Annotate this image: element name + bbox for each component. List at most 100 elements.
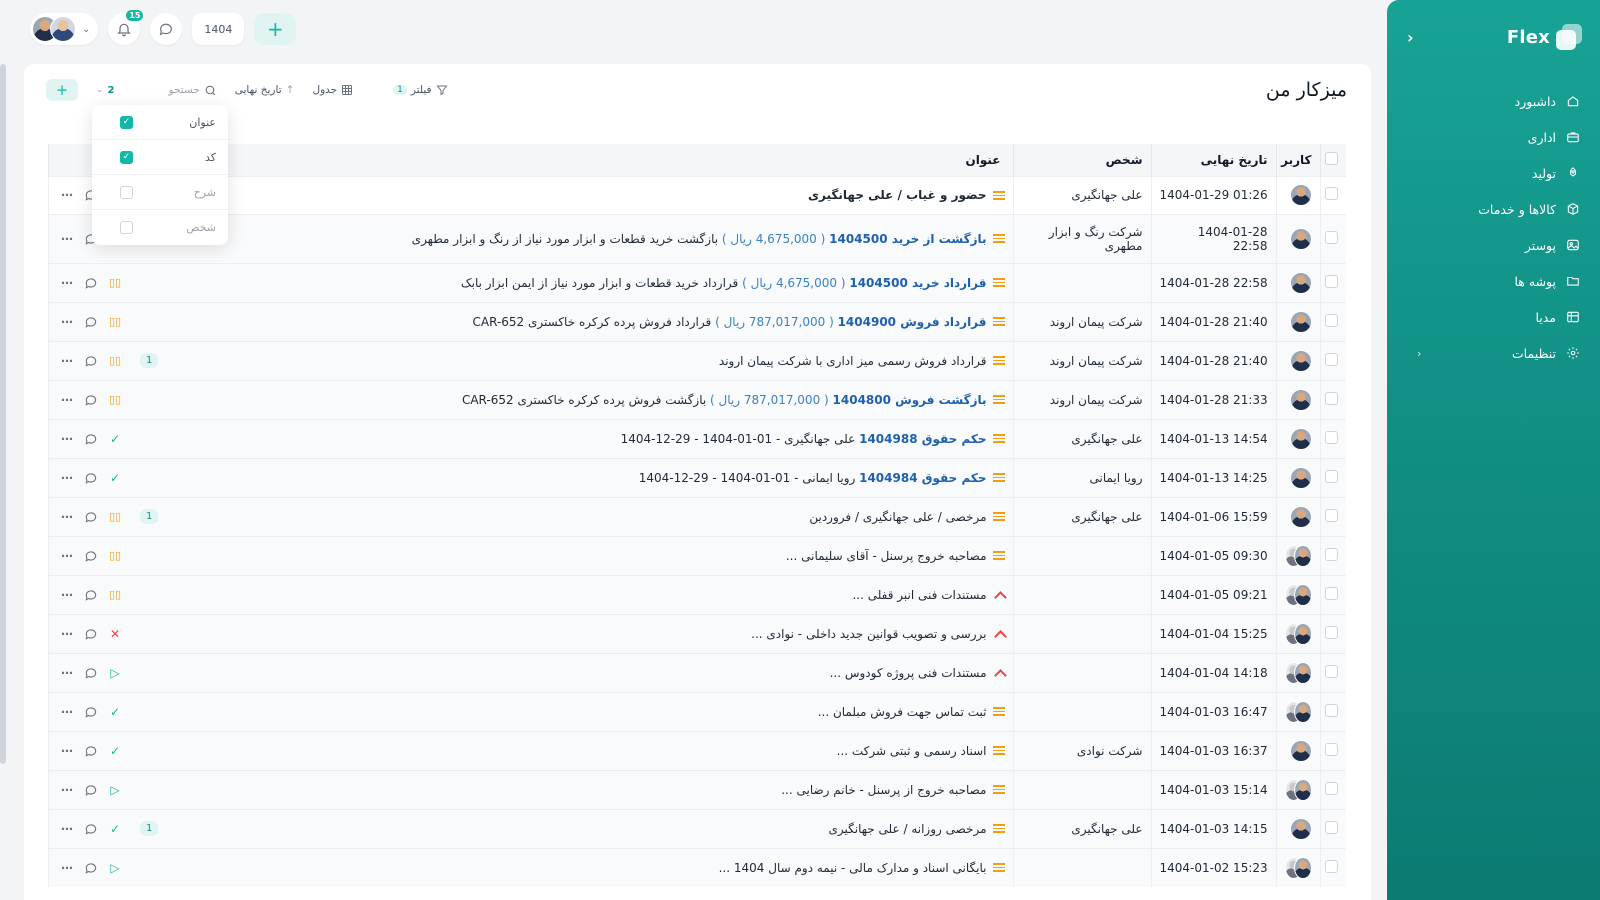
document-link[interactable]: حکم حقوق 1404984 xyxy=(859,471,986,485)
more-options-icon[interactable]: ⋯ xyxy=(61,471,74,485)
close-icon[interactable]: ✕ xyxy=(108,627,122,641)
chat-icon[interactable] xyxy=(84,783,98,797)
col-person[interactable]: شخص xyxy=(1012,144,1151,176)
chat-icon[interactable] xyxy=(84,315,98,329)
row-checkbox[interactable] xyxy=(1325,391,1338,405)
play-icon[interactable]: ▷ xyxy=(108,861,122,875)
task-title[interactable]: قرارداد فروش 1404900 ( 787,017,000 ریال … xyxy=(473,315,987,329)
more-options-icon[interactable]: ⋯ xyxy=(61,744,74,758)
row-checkbox[interactable] xyxy=(1325,742,1338,756)
chat-icon[interactable] xyxy=(84,705,98,719)
document-link[interactable]: بازگشت از خرید 1404500 xyxy=(829,232,986,246)
pause-icon[interactable]: ▯▯ xyxy=(108,276,122,289)
play-icon[interactable]: ▷ xyxy=(108,666,122,680)
filter-button[interactable]: فیلتر 1 xyxy=(393,84,448,96)
column-option-checkbox[interactable]: ✓ xyxy=(120,115,133,129)
column-option-checkbox[interactable] xyxy=(120,221,133,234)
chat-icon[interactable] xyxy=(84,588,98,602)
more-options-icon[interactable]: ⋯ xyxy=(61,393,74,407)
row-checkbox[interactable] xyxy=(1325,508,1338,522)
row-checkbox[interactable] xyxy=(1325,859,1338,873)
table-row[interactable]: 1404-01-13 14:54 علی جهانگیری ⋯ ✓ حکم حقوق 1… xyxy=(48,418,1346,458)
chat-icon[interactable] xyxy=(84,744,98,758)
row-checkbox[interactable] xyxy=(1325,820,1338,834)
more-options-icon[interactable]: ⋯ xyxy=(61,666,74,680)
chat-icon[interactable] xyxy=(84,822,98,836)
year-selector[interactable]: 1404 xyxy=(192,13,245,45)
sort-button[interactable]: ↑ تاریخ نهایی xyxy=(235,84,295,96)
subtask-count[interactable]: 1 xyxy=(140,509,159,524)
subtask-count[interactable]: 1 xyxy=(140,821,159,836)
chat-icon[interactable] xyxy=(84,432,98,446)
sidebar-item-6[interactable]: مدیا xyxy=(1387,299,1600,335)
task-title[interactable]: بایگانی اسناد و مدارک مالی - نیمه دوم سا… xyxy=(719,861,987,875)
document-link[interactable]: قرارداد خرید 1404500 xyxy=(849,276,986,290)
more-options-icon[interactable]: ⋯ xyxy=(61,315,74,329)
table-row[interactable]: 1404-01-05 09:21 ⋯ ▯▯ مستندات فنی انبر قفلی… xyxy=(48,574,1346,614)
table-row[interactable]: 1404-01-03 15:14 ⋯ ▷ مصاحبه خروج از پرسنل -… xyxy=(48,769,1346,809)
table-row[interactable]: 1404-01-06 15:59 علی جهانگیری ⋯ ▯▯ 1 مرخصی / … xyxy=(48,496,1346,536)
row-checkbox[interactable] xyxy=(1325,352,1338,366)
column-option-checkbox[interactable] xyxy=(120,185,133,199)
subtask-count[interactable]: 1 xyxy=(140,353,159,368)
table-row[interactable]: 1404-01-04 14:18 ⋯ ▷ مستندات فنی پروژه کودو… xyxy=(48,652,1346,692)
task-title[interactable]: ثبت تماس جهت فروش مبلمان ... xyxy=(818,705,987,719)
sidebar-item-5[interactable]: پوشه ها xyxy=(1387,263,1600,299)
user-menu[interactable]: ⌄ xyxy=(30,13,99,45)
task-title[interactable]: مصاحبه خروج پرسنل - آقای سلیمانی ... xyxy=(786,549,987,563)
table-row[interactable]: 1404-01-03 16:37 شرکت نوادی ⋯ ✓ اسناد رسمی و… xyxy=(48,730,1346,770)
pause-icon[interactable]: ▯▯ xyxy=(108,354,122,367)
more-options-icon[interactable]: ⋯ xyxy=(61,822,74,836)
column-option[interactable]: شخص xyxy=(92,210,228,245)
table-row[interactable]: 1404-01-28 21:33 شرکت پیمان اروند ⋯ ▯▯ بازگش… xyxy=(48,379,1346,419)
collapse-sidebar-button[interactable]: ‹ xyxy=(1407,28,1414,47)
document-link[interactable]: قرارداد فروش 1404900 xyxy=(838,315,987,329)
more-options-icon[interactable]: ⋯ xyxy=(61,588,74,602)
pause-icon[interactable]: ▯▯ xyxy=(108,549,122,562)
task-title[interactable]: اسناد رسمی و ثبتی شرکت ... xyxy=(837,744,987,758)
sidebar-item-2[interactable]: تولید xyxy=(1387,155,1600,191)
check-icon[interactable]: ✓ xyxy=(108,744,122,758)
row-checkbox[interactable] xyxy=(1325,664,1338,678)
table-row[interactable]: 1404-01-13 14:25 رویا ایمانی ⋯ ✓ حکم حقوق 14… xyxy=(48,457,1346,497)
table-row[interactable]: 1404-01-28 21:40 شرکت پیمان اروند ⋯ ▯▯ قرارد… xyxy=(48,301,1346,341)
table-row[interactable]: 1404-01-28 21:40 شرکت پیمان اروند ⋯ ▯▯ 1 قرار… xyxy=(48,340,1346,380)
table-row[interactable]: 1404-01-29 01:26 علی جهانگیری ⋯ حضور و غیاب… xyxy=(48,175,1346,214)
table-row[interactable]: 1404-01-28 22:58 شرکت رنگ و ابزار مطهری ⋯ ب… xyxy=(48,213,1346,263)
pause-icon[interactable]: ▯▯ xyxy=(108,393,122,406)
table-row[interactable]: 1404-01-05 09:30 ⋯ ▯▯ مصاحبه خروج پرسنل - آ… xyxy=(48,535,1346,575)
table-row[interactable]: 1404-01-03 16:47 ⋯ ✓ ثبت تماس جهت فروش مبلم… xyxy=(48,691,1346,731)
select-all-checkbox[interactable] xyxy=(1319,144,1346,176)
document-link[interactable]: حکم حقوق 1404988 xyxy=(859,432,986,446)
task-title[interactable]: حضور و غیاب / علی جهانگیری xyxy=(808,188,986,202)
task-title[interactable]: حکم حقوق 1404988 علی جهانگیری - 01-01-14… xyxy=(621,432,987,446)
task-title[interactable]: مستندات فنی انبر قفلی ... xyxy=(852,588,986,602)
table-row[interactable]: 1404-01-02 15:23 ⋯ ▷ بایگانی اسناد و مدارک … xyxy=(48,847,1346,887)
add-button[interactable]: + xyxy=(254,13,297,45)
row-checkbox[interactable] xyxy=(1325,781,1338,795)
more-options-icon[interactable]: ⋯ xyxy=(61,276,74,290)
search-input[interactable]: جستجو xyxy=(169,84,200,96)
chat-icon[interactable] xyxy=(84,276,98,290)
column-option-checkbox[interactable]: ✓ xyxy=(120,150,133,164)
sidebar-item-1[interactable]: اداری xyxy=(1387,119,1600,155)
chat-icon[interactable] xyxy=(84,861,98,875)
task-title[interactable]: بازگشت از خرید 1404500 ( 4,675,000 ریال … xyxy=(412,232,987,246)
table-row[interactable]: 1404-01-04 15:25 ⋯ ✕ بررسی و تصویب قوانین ج… xyxy=(48,613,1346,653)
chat-icon[interactable] xyxy=(84,666,98,680)
chat-icon[interactable] xyxy=(84,354,98,368)
row-checkbox[interactable] xyxy=(1325,586,1338,600)
row-checkbox[interactable] xyxy=(1325,313,1338,327)
check-icon[interactable]: ✓ xyxy=(108,705,122,719)
row-checkbox[interactable] xyxy=(1325,230,1338,244)
more-options-icon[interactable]: ⋯ xyxy=(61,627,74,641)
play-icon[interactable]: ▷ xyxy=(108,783,122,797)
more-options-icon[interactable]: ⋯ xyxy=(61,510,74,524)
row-checkbox[interactable] xyxy=(1325,430,1338,444)
table-row[interactable]: 1404-01-28 22:58 ⋯ ▯▯ قرارداد خرید 1404500 … xyxy=(48,262,1346,302)
more-options-icon[interactable]: ⋯ xyxy=(61,188,74,202)
columns-toggle[interactable]: 2 ⌄ xyxy=(96,85,115,96)
chat-button[interactable] xyxy=(150,13,183,45)
more-options-icon[interactable]: ⋯ xyxy=(61,549,74,563)
column-option[interactable]: کد ✓ xyxy=(92,140,228,175)
